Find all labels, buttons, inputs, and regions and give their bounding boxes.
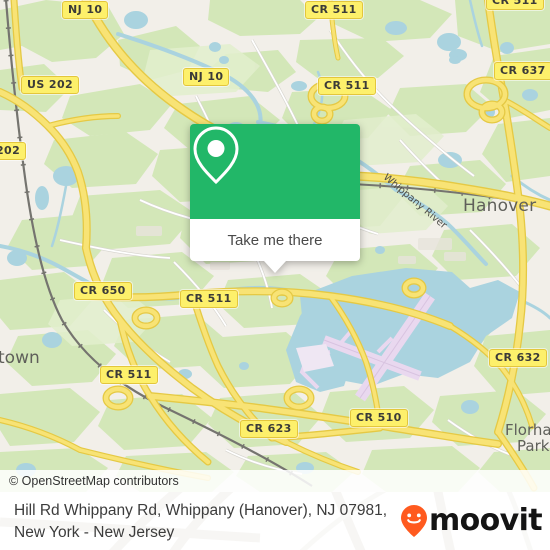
osm-attribution-text[interactable]: © OpenStreetMap contributors — [0, 474, 179, 488]
road-shield-us202[interactable]: US 202 — [21, 76, 80, 94]
popup-footer[interactable]: Take me there — [190, 219, 360, 261]
attribution-bar: © OpenStreetMap contributors — [0, 470, 550, 492]
map-canvas[interactable]: Whippany River Hanover town Florham Park… — [0, 0, 550, 492]
footer-bar: Hill Rd Whippany Rd, Whippany (Hanover),… — [0, 492, 550, 550]
popup-tail — [264, 261, 286, 273]
road-shield-cr511-topright[interactable]: CR 511 — [486, 0, 544, 10]
road-shield-cr511-bottom[interactable]: CR 511 — [100, 366, 158, 384]
moovit-pin-icon — [400, 505, 427, 537]
take-me-there-label: Take me there — [227, 231, 323, 249]
road-shield-cr511-lower[interactable]: CR 511 — [180, 290, 238, 308]
map-screenshot: Whippany River Hanover town Florham Park… — [0, 0, 550, 550]
address-line-2: New York - New Jersey — [14, 524, 175, 541]
address-line-1: Hill Rd Whippany Rd, Whippany (Hanover),… — [14, 502, 388, 519]
location-popup-card[interactable]: Take me there — [190, 124, 360, 273]
popup-header — [190, 124, 360, 219]
moovit-wordmark: moovit — [428, 503, 543, 538]
road-shield-202-left[interactable]: 202 — [0, 142, 27, 160]
road-shield-cr510[interactable]: CR 510 — [350, 409, 408, 427]
road-shield-cr637[interactable]: CR 637 — [494, 62, 550, 80]
moovit-logo[interactable]: moovit — [400, 503, 543, 538]
road-shield-cr632[interactable]: CR 632 — [489, 349, 547, 367]
road-shield-nj10-top[interactable]: NJ 10 — [62, 1, 109, 19]
map-pin-icon — [193, 126, 239, 185]
road-shield-nj10-mid[interactable]: NJ 10 — [183, 68, 230, 86]
road-shield-cr511-mid[interactable]: CR 511 — [318, 77, 376, 95]
address-text: Hill Rd Whippany Rd, Whippany (Hanover),… — [14, 500, 414, 544]
road-shield-cr511-top[interactable]: CR 511 — [305, 1, 363, 19]
road-shield-cr650[interactable]: CR 650 — [74, 282, 132, 300]
road-shield-cr623[interactable]: CR 623 — [240, 420, 298, 438]
